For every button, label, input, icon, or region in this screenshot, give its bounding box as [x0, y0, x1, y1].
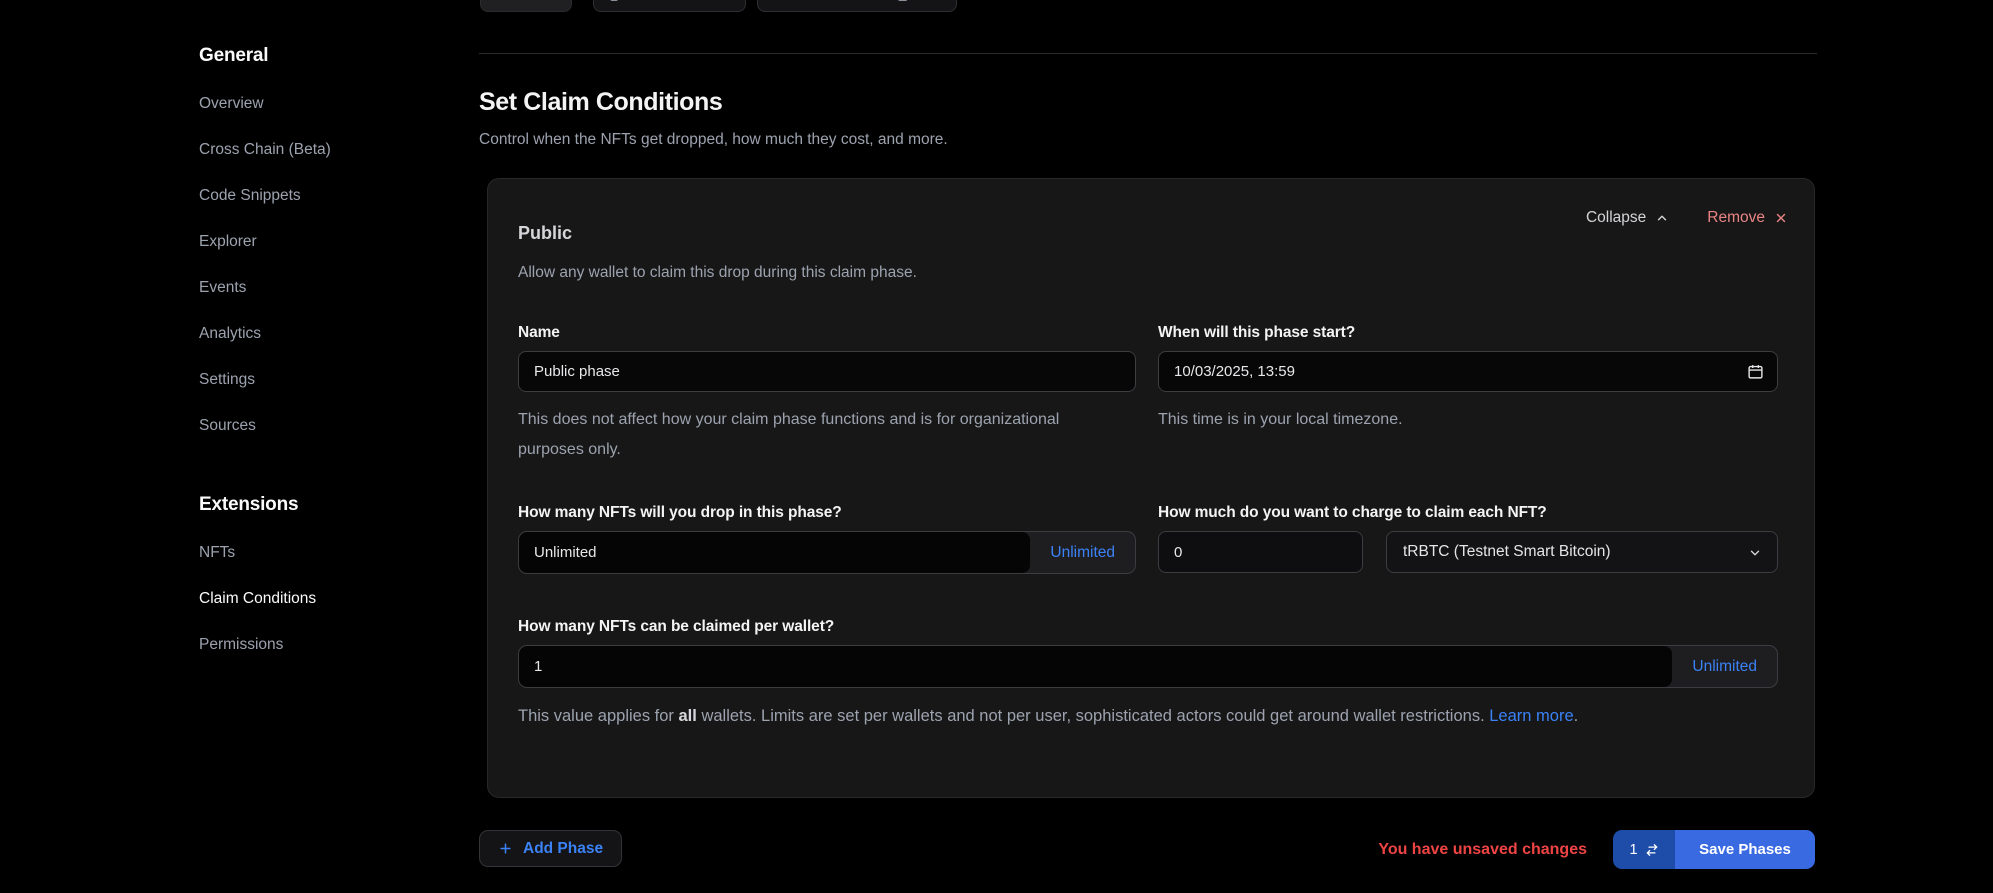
supply-label: How many NFTs will you drop in this phas… [518, 504, 1136, 522]
sidebar: General Overview Cross Chain (Beta) Code… [199, 44, 439, 668]
unsaved-changes-text: You have unsaved changes [1378, 841, 1587, 859]
copy-icon [606, 0, 619, 2]
page-title: Set Claim Conditions [479, 88, 722, 117]
per-wallet-label: How many NFTs can be claimed per wallet? [518, 618, 1778, 636]
sidebar-item-settings[interactable]: Settings [199, 357, 439, 403]
external-link-icon [897, 0, 910, 2]
chevron-down-icon [1748, 546, 1762, 560]
page-subtitle: Control when the NFTs get dropped, how m… [479, 131, 948, 149]
start-field-group: When will this phase start? This time is… [1158, 324, 1778, 435]
chevron-up-icon [1655, 211, 1669, 225]
swap-arrows-icon [1645, 843, 1659, 857]
collapse-button[interactable]: Collapse [1586, 209, 1669, 227]
supply-input[interactable] [519, 532, 1030, 573]
learn-more-link[interactable]: Learn more [1489, 707, 1573, 725]
sidebar-item-cross-chain[interactable]: Cross Chain (Beta) [199, 127, 439, 173]
currency-select[interactable]: tRBTC (Testnet Smart Bitcoin) [1386, 531, 1778, 573]
add-phase-button[interactable]: Add Phase [479, 830, 622, 867]
price-field-group: How much do you want to charge to claim … [1158, 504, 1778, 573]
phase-title: Public [518, 223, 572, 244]
remove-label: Remove [1707, 209, 1765, 227]
sidebar-item-explorer[interactable]: Explorer [199, 219, 439, 265]
save-phases-button[interactable]: Save Phases [1675, 830, 1815, 869]
price-amount-input[interactable] [1158, 531, 1363, 573]
save-split-button: 1 Save Phases [1613, 830, 1815, 869]
claim-conditions-page: General Overview Cross Chain (Beta) Code… [0, 0, 1993, 893]
supply-field-group: How many NFTs will you drop in this phas… [518, 504, 1136, 574]
sidebar-item-code-snippets[interactable]: Code Snippets [199, 173, 439, 219]
block-explorer-chip[interactable]: Rootstock Blockscout [757, 0, 957, 12]
remove-button[interactable]: Remove [1707, 209, 1788, 227]
per-wallet-field-group: How many NFTs can be claimed per wallet?… [518, 618, 1778, 731]
save-bar: You have unsaved changes 1 Save Phases [1378, 830, 1815, 869]
note-text: wallets. Limits are set per wallets and … [697, 707, 1489, 725]
phase-description: Allow any wallet to claim this drop duri… [518, 264, 917, 282]
supply-unlimited-toggle[interactable]: Unlimited [1030, 532, 1135, 573]
pending-changes-button[interactable]: 1 [1613, 830, 1675, 869]
sidebar-item-claim-conditions[interactable]: Claim Conditions [199, 576, 439, 622]
per-wallet-note: This value applies for all wallets. Limi… [518, 701, 1678, 731]
pending-changes-count: 1 [1629, 842, 1637, 858]
main-content: 0xeDee...TT86e9 Rootstock Blockscout Set… [479, 0, 1817, 893]
per-wallet-input[interactable] [519, 646, 1672, 687]
add-phase-label: Add Phase [523, 840, 603, 858]
name-field-group: Name This does not affect how your claim… [518, 324, 1136, 465]
sidebar-item-nfts[interactable]: NFTs [199, 530, 439, 576]
sidebar-item-sources[interactable]: Sources [199, 403, 439, 449]
name-helper: This does not affect how your claim phas… [518, 405, 1088, 465]
note-text: This value applies for [518, 707, 679, 725]
claim-phase-card: Public Allow any wallet to claim this dr… [487, 178, 1815, 798]
sidebar-section-extensions: Extensions [199, 493, 439, 517]
note-bold: all [679, 707, 697, 725]
per-wallet-unlimited-toggle[interactable]: Unlimited [1672, 646, 1777, 687]
toolbar-button[interactable] [480, 0, 572, 12]
collapse-label: Collapse [1586, 209, 1646, 227]
start-datetime-input[interactable] [1158, 351, 1778, 392]
plus-icon [498, 841, 513, 856]
note-text: . [1574, 707, 1579, 725]
start-helper: This time is in your local timezone. [1158, 405, 1778, 435]
currency-selected-value: tRBTC (Testnet Smart Bitcoin) [1403, 543, 1611, 561]
section-divider [479, 53, 1817, 54]
sidebar-section-general: General [199, 44, 439, 68]
close-icon [1774, 211, 1788, 225]
price-label: How much do you want to charge to claim … [1158, 504, 1778, 522]
start-label: When will this phase start? [1158, 324, 1778, 342]
sidebar-item-analytics[interactable]: Analytics [199, 311, 439, 357]
phase-card-actions: Collapse Remove [1586, 207, 1788, 229]
block-explorer-label: Rootstock Blockscout [770, 0, 890, 2]
contract-address-chip[interactable]: 0xeDee...TT86e9 [593, 0, 746, 12]
phase-name-input[interactable] [518, 351, 1136, 392]
sidebar-item-permissions[interactable]: Permissions [199, 622, 439, 668]
name-label: Name [518, 324, 1136, 342]
sidebar-item-events[interactable]: Events [199, 265, 439, 311]
contract-address: 0xeDee...TT86e9 [626, 0, 723, 2]
sidebar-item-overview[interactable]: Overview [199, 81, 439, 127]
